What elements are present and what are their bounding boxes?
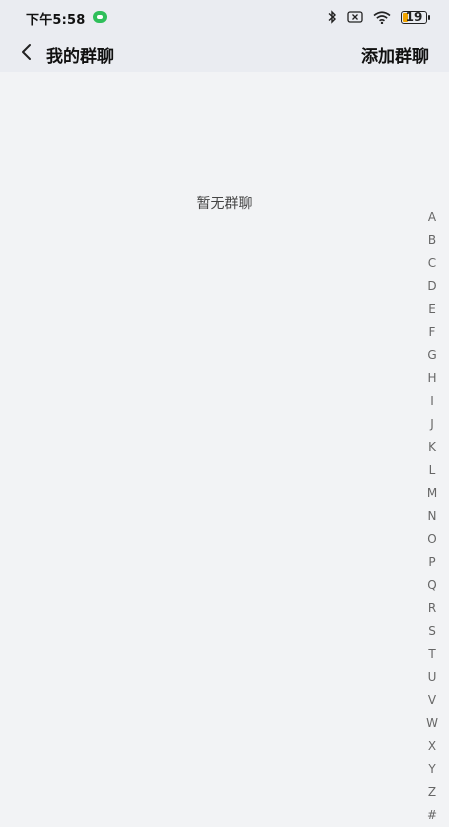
index-letter-c[interactable]: C (423, 252, 441, 275)
bluetooth-icon (328, 10, 337, 24)
index-letter-z[interactable]: Z (423, 781, 441, 804)
wifi-icon (373, 10, 391, 24)
index-letter-t[interactable]: T (423, 643, 441, 666)
status-icons: 19 (327, 9, 430, 25)
index-letter-e[interactable]: E (423, 298, 441, 321)
group-list: 暂无群聊 A B C D E F G H I J K L M N O P Q R S T U V W X Y Z # (0, 72, 449, 822)
battery-icon: 19 (401, 9, 430, 24)
index-letter-j[interactable]: J (423, 413, 441, 436)
battery-level: 19 (405, 9, 423, 24)
index-letter-l[interactable]: L (423, 459, 441, 482)
index-letter-p[interactable]: P (423, 551, 441, 574)
chevron-left-icon[interactable] (18, 42, 36, 62)
index-letter-k[interactable]: K (423, 436, 441, 459)
index-letter-r[interactable]: R (423, 597, 441, 620)
index-letter-n[interactable]: N (423, 505, 441, 528)
index-letter-u[interactable]: U (423, 666, 441, 689)
index-letter-d[interactable]: D (423, 275, 441, 298)
index-letter-x[interactable]: X (423, 735, 441, 758)
index-letter-i[interactable]: I (423, 390, 441, 413)
index-letter-f[interactable]: F (423, 321, 441, 344)
index-letter-g[interactable]: G (423, 344, 441, 367)
index-letter-w[interactable]: W (423, 712, 441, 735)
index-letter-q[interactable]: Q (423, 574, 441, 597)
alphabet-index-bar[interactable]: A B C D E F G H I J K L M N O P Q R S T U V W X Y Z # (423, 206, 441, 827)
index-letter-v[interactable]: V (423, 689, 441, 712)
page-title: 我的群聊 (46, 47, 114, 67)
sim-off-icon (347, 11, 363, 23)
index-letter-m[interactable]: M (423, 482, 441, 505)
index-letter-a[interactable]: A (423, 206, 441, 229)
index-letter-s[interactable]: S (423, 620, 441, 643)
index-letter-y[interactable]: Y (423, 758, 441, 781)
empty-state-text: 暂无群聊 (196, 196, 253, 212)
status-bar: 下午5:58 19 (0, 0, 449, 34)
index-letter-h[interactable]: H (423, 367, 441, 390)
status-time: 下午5:58 (26, 13, 86, 28)
nav-bar: 我的群聊 添加群聊 (0, 34, 449, 72)
add-group-button[interactable]: 添加群聊 (361, 42, 429, 67)
index-letter-o[interactable]: O (423, 528, 441, 551)
index-letter-hash[interactable]: # (423, 804, 441, 827)
index-letter-b[interactable]: B (423, 229, 441, 252)
call-indicator-icon (93, 11, 107, 23)
